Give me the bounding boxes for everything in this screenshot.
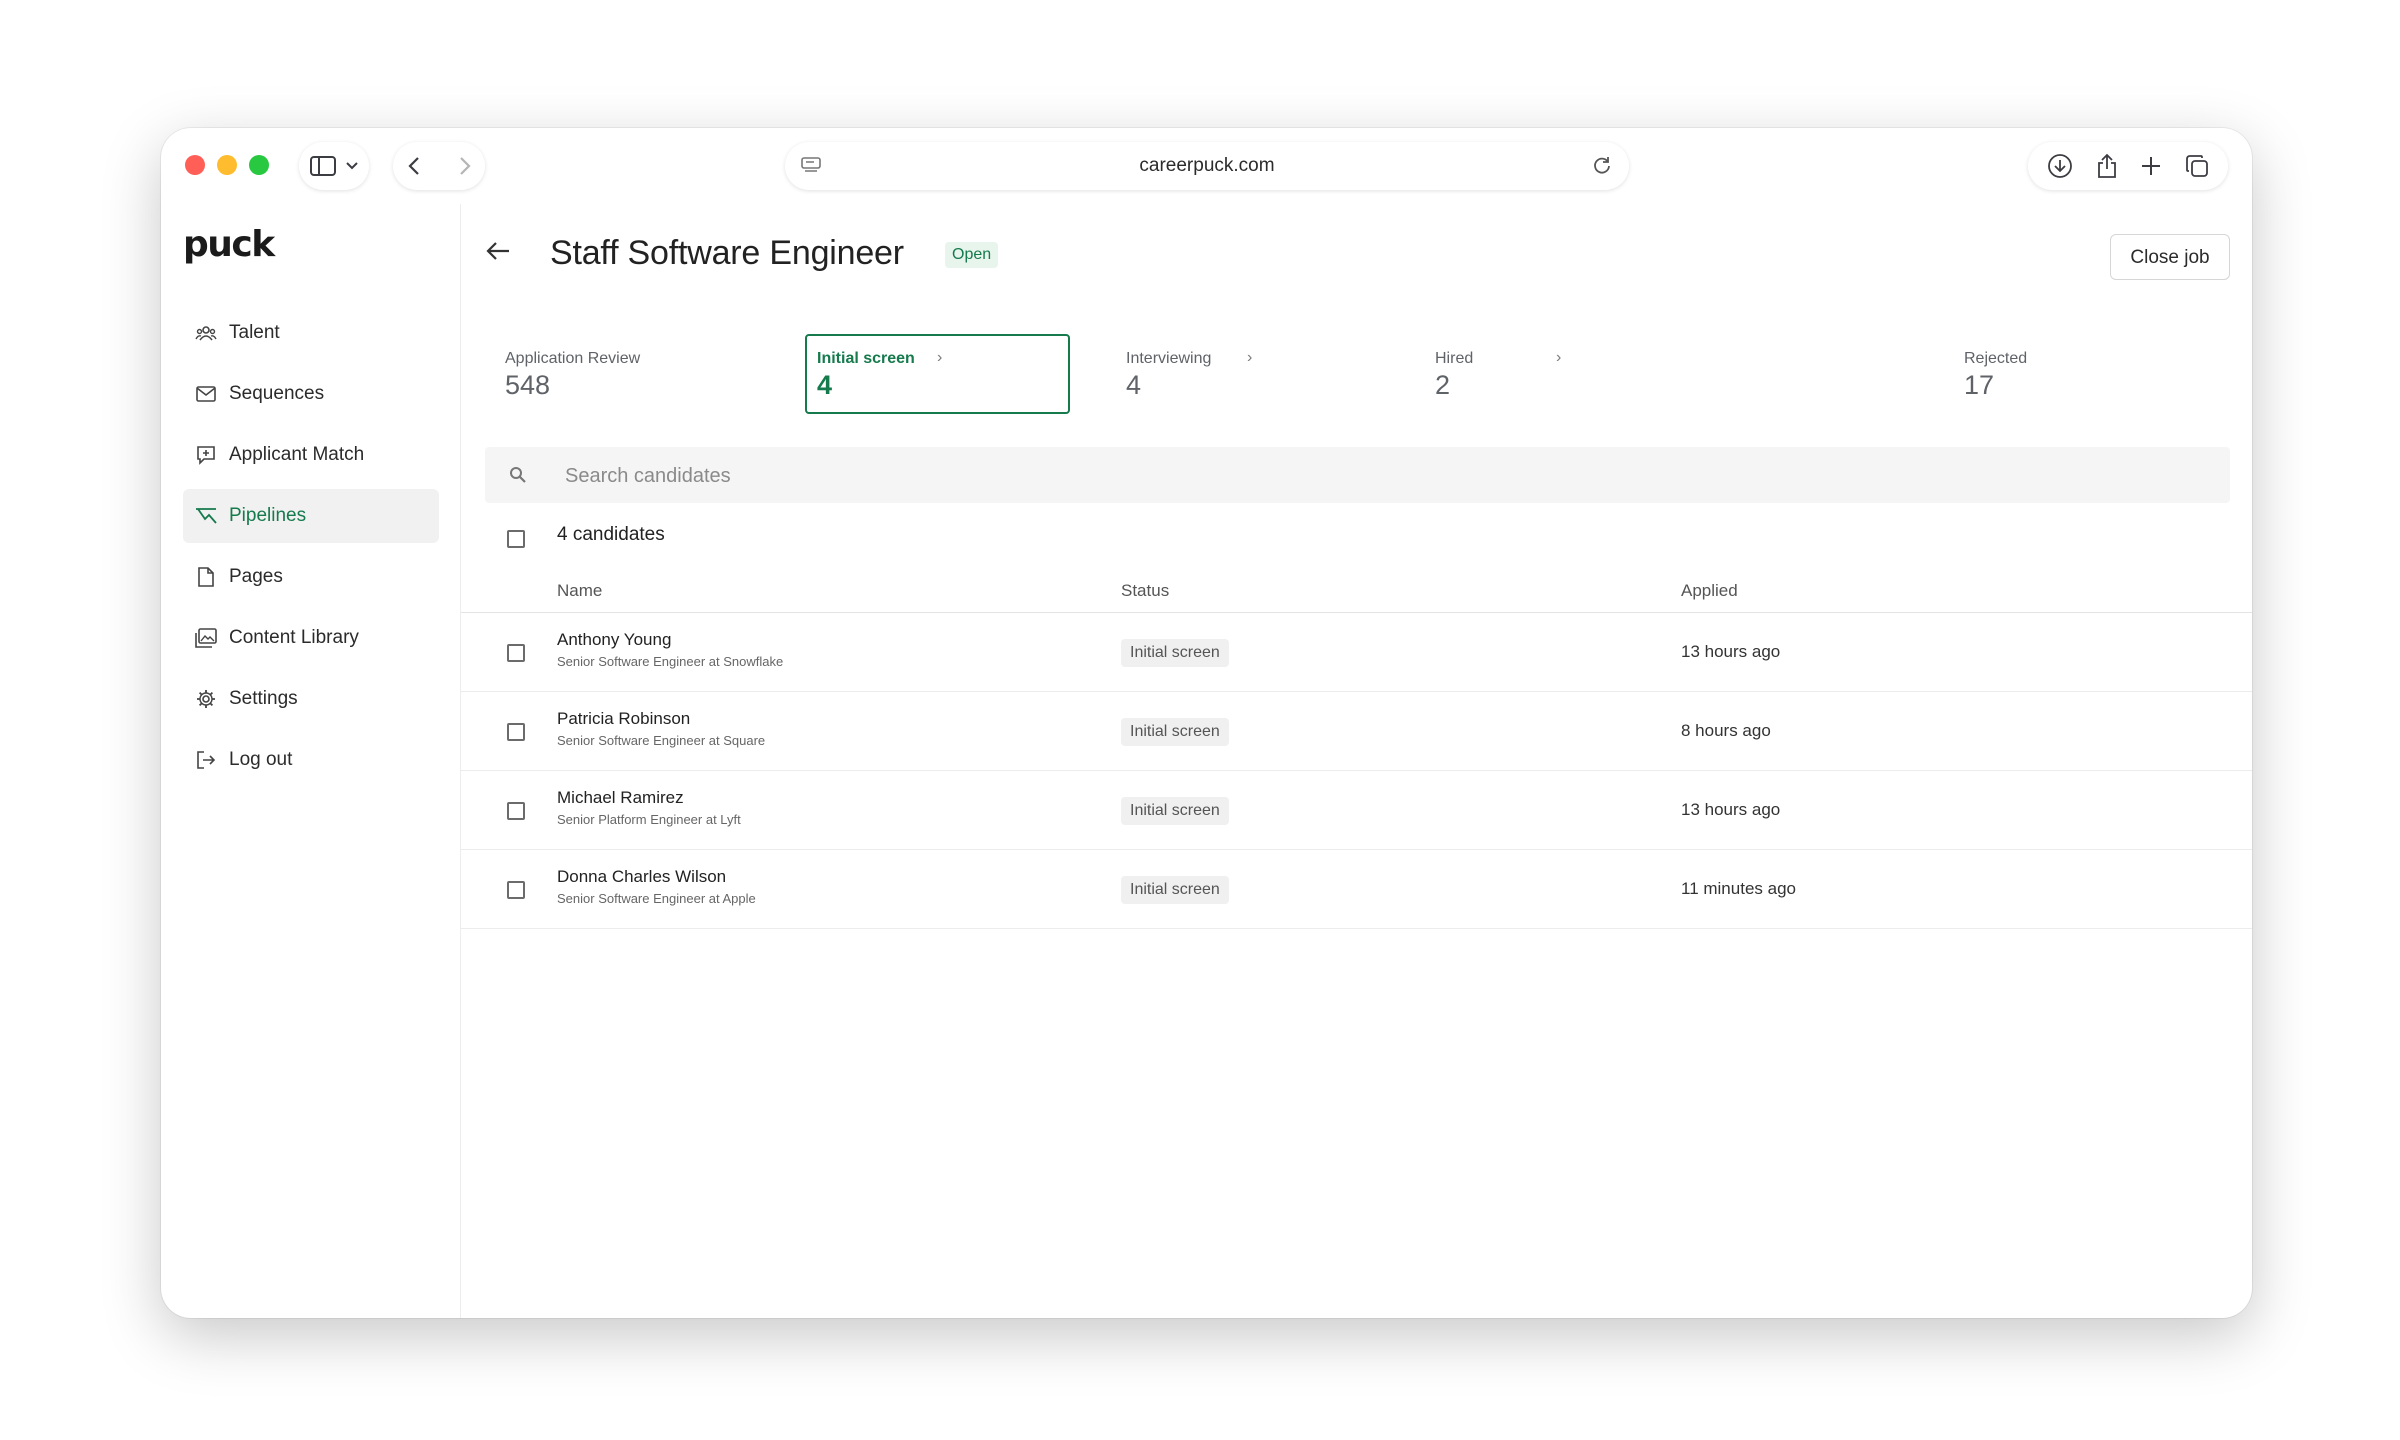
stage-interviewing[interactable]: Interviewing 4 [1126,334,1376,414]
table-row[interactable]: Anthony Young Senior Software Engineer a… [461,613,2252,692]
sidebar-item-log-out[interactable]: Log out [183,733,439,787]
stage-hired[interactable]: Hired 2 [1435,334,1685,414]
table-row[interactable]: Patricia Robinson Senior Software Engine… [461,692,2252,771]
puck-logo[interactable]: puck [183,224,275,265]
close-window-button[interactable] [185,155,205,175]
stage-count: 17 [1964,370,1995,400]
candidate-name[interactable]: Anthony Young [557,630,671,650]
sidebar-nav: Talent Sequences Applicant Match Pipelin… [183,306,439,794]
tab-overview-icon[interactable] [2185,154,2209,178]
sidebar-icon [310,156,336,176]
stage-count: 548 [505,370,551,400]
new-tab-icon[interactable] [2140,155,2162,177]
candidate-count: 4 candidates [557,524,665,545]
candidate-name[interactable]: Michael Ramirez [557,788,684,808]
stage-label: Hired [1435,350,1474,367]
chevron-down-icon [346,162,358,170]
download-icon[interactable] [2047,153,2073,179]
sidebar-item-sequences[interactable]: Sequences [183,367,439,421]
sidebar-item-pages[interactable]: Pages [183,550,439,604]
browser-window: careerpuck.com puck Talent Sequences App… [161,128,2252,1318]
status-tag: Initial screen [1121,639,1229,667]
browser-actions [2028,142,2228,190]
sidebar-item-label: Settings [229,688,298,709]
sidebar-item-content-library[interactable]: Content Library [183,611,439,665]
sidebar-item-applicant-match[interactable]: Applicant Match [183,428,439,482]
stage-application-review[interactable]: Application Review 548 [505,334,755,414]
sidebar-item-label: Pages [229,566,283,587]
logout-icon [195,749,217,771]
stage-count: 4 [1126,370,1142,400]
row-checkbox[interactable] [507,802,525,820]
sidebar: puck Talent Sequences Applicant Match Pi… [161,204,461,1318]
main-content: Staff Software Engineer Open Close job A… [461,204,2252,1318]
search-icon [509,466,527,489]
applied-time: 8 hours ago [1681,721,1771,740]
minimize-window-button[interactable] [217,155,237,175]
forward-nav-icon[interactable] [459,156,471,176]
table-row[interactable]: Michael Ramirez Senior Platform Engineer… [461,771,2252,850]
row-checkbox[interactable] [507,644,525,662]
sidebar-item-label: Talent [229,322,280,343]
address-bar[interactable]: careerpuck.com [785,142,1629,190]
reload-icon[interactable] [1591,154,1613,181]
sidebar-toggle-button[interactable] [299,142,369,190]
match-icon [195,444,217,466]
column-header-name[interactable]: Name [557,581,602,601]
stage-label: Application Review [505,350,641,367]
stage-count: 4 [817,370,833,400]
share-icon[interactable] [2096,153,2118,179]
status-tag: Initial screen [1121,718,1229,746]
row-checkbox[interactable] [507,723,525,741]
users-icon [195,322,217,344]
status-tag: Initial screen [1121,876,1229,904]
stage-label: Rejected [1964,350,2028,367]
candidate-name[interactable]: Patricia Robinson [557,709,690,729]
status-tag: Initial screen [1121,797,1229,825]
gear-icon [195,688,217,710]
candidate-subtitle: Senior Platform Engineer at Lyft [557,812,741,827]
mail-icon [195,383,217,405]
sidebar-item-talent[interactable]: Talent [183,306,439,360]
close-job-button[interactable]: Close job [2110,234,2230,280]
library-icon [195,627,217,649]
sidebar-item-label: Pipelines [229,505,307,526]
browser-toolbar: careerpuck.com [161,128,2252,204]
stage-count: 2 [1435,370,1451,400]
status-badge: Open [945,242,999,268]
search-bar [485,447,2230,505]
select-all-checkbox[interactable] [507,530,525,548]
stage-label: Interviewing [1126,350,1212,367]
page-icon [195,566,217,588]
sidebar-item-label: Applicant Match [229,444,365,465]
sidebar-item-settings[interactable]: Settings [183,672,439,726]
column-header-applied[interactable]: Applied [1681,581,1738,601]
page-title: Staff Software Engineer [550,234,904,272]
applied-time: 13 hours ago [1681,642,1781,661]
candidate-subtitle: Senior Software Engineer at Apple [557,891,756,906]
stage-label: Initial screen [817,350,915,367]
history-nav [393,142,485,190]
sidebar-item-label: Log out [229,749,293,770]
search-input[interactable] [563,447,2167,505]
sidebar-item-pipelines[interactable]: Pipelines [183,489,439,543]
sidebar-item-label: Content Library [229,627,359,648]
candidate-subtitle: Senior Software Engineer at Square [557,733,766,748]
applied-time: 11 minutes ago [1681,879,1796,898]
column-header-status[interactable]: Status [1121,581,1169,601]
pipeline-icon [195,505,217,527]
candidate-subtitle: Senior Software Engineer at Snowflake [557,654,784,669]
back-nav-icon[interactable] [407,156,420,176]
row-checkbox[interactable] [507,881,525,899]
url-text: careerpuck.com [1139,155,1275,176]
stage-rejected[interactable]: Rejected 17 [1964,334,2214,414]
candidate-name[interactable]: Donna Charles Wilson [557,867,726,887]
zoom-window-button[interactable] [249,155,269,175]
back-arrow-icon[interactable] [485,240,511,267]
table-row[interactable]: Donna Charles Wilson Senior Software Eng… [461,850,2252,929]
sidebar-item-label: Sequences [229,383,325,404]
stage-initial-screen[interactable]: Initial screen 4 [805,334,1070,414]
applied-time: 13 hours ago [1681,800,1781,819]
